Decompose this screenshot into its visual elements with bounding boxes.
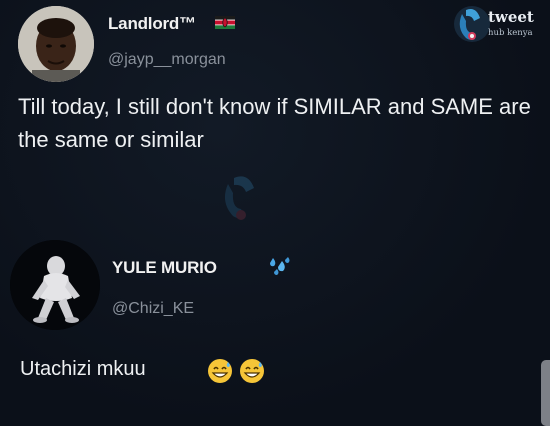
- display-name[interactable]: YULE MURIO: [112, 258, 217, 278]
- sweat-droplets-icon: [270, 257, 290, 275]
- user-handle[interactable]: @jayp__morgan: [108, 51, 226, 69]
- emoji-group: [207, 358, 267, 384]
- grinning-sweat-face-icon: [208, 359, 232, 383]
- grinning-sweat-face-icon: [240, 359, 265, 383]
- screenshot-frame: tweet hub kenya Landlord™ @jayp__morgan: [0, 0, 550, 426]
- avatar-portrait-icon: [18, 6, 94, 82]
- watermark-logo-icon: [224, 176, 254, 220]
- tweet-text: Utachizi mkuu: [20, 358, 146, 380]
- tweet-card[interactable]: Landlord™ @jayp__morgan Till today, I st…: [0, 0, 550, 210]
- display-name[interactable]: Landlord™: [108, 14, 196, 34]
- avatar-figure-icon: [10, 240, 100, 330]
- user-handle[interactable]: @Chizi_KE: [112, 300, 194, 318]
- tweet-text: Till today, I still don't know if SIMILA…: [18, 94, 531, 152]
- scrollbar-thumb[interactable]: [541, 360, 550, 426]
- avatar[interactable]: [10, 240, 100, 330]
- kenya-flag-icon: [215, 16, 235, 29]
- avatar[interactable]: [18, 6, 94, 82]
